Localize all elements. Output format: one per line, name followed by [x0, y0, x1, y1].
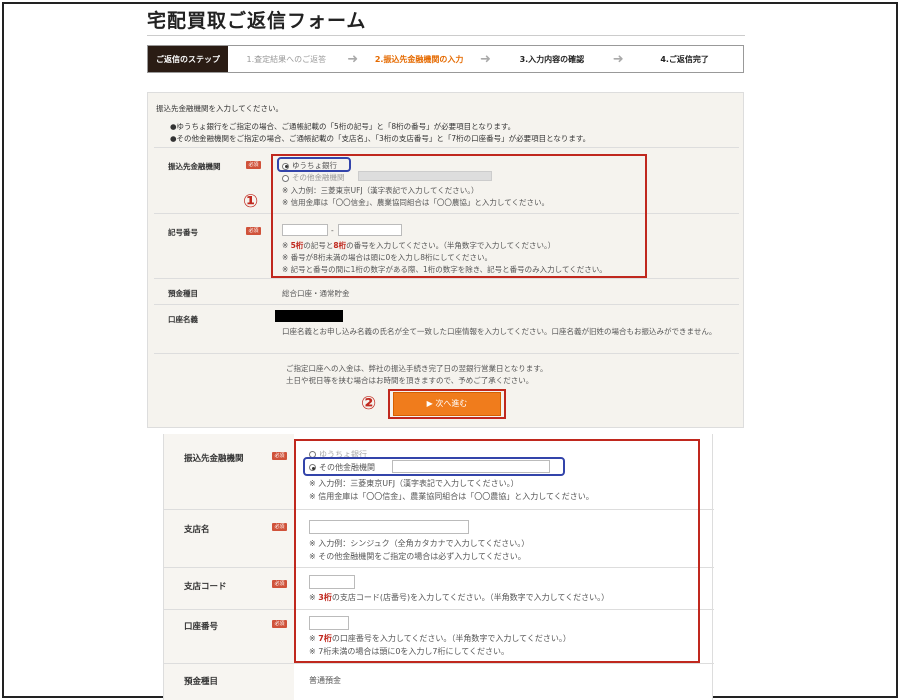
branch-code-label: 支店コード — [184, 582, 227, 592]
arrow-right-icon: ➜ — [480, 51, 491, 67]
step-marker-1: ① — [243, 191, 259, 212]
account-name-hint: 口座名義とお申し込み名義の氏名が全て一致した口座情報を入力してください。口座名義… — [282, 327, 717, 336]
row-divider — [154, 147, 739, 148]
bank-form-yucho: 振込先金融機関を入力してください。 ●ゆうちょ銀行をご指定の場合、ご通帳記載の「… — [147, 92, 744, 428]
form-lead: 振込先金融機関を入力してください。 — [156, 104, 284, 113]
steps-heading: ご返信のステップ — [148, 46, 228, 72]
account-type-value: 総合口座・通常貯金 — [282, 289, 350, 298]
required-badge: 必須 — [272, 523, 287, 531]
row-divider — [154, 353, 739, 354]
arrow-right-icon: ➜ — [347, 51, 359, 67]
row-divider — [164, 663, 714, 664]
bank-label: 振込先金融機関 — [168, 162, 221, 171]
branch-label: 支店名 — [184, 525, 210, 535]
step-1: 1.査定結果へのご返答 — [246, 54, 327, 64]
required-badge: 必須 — [272, 580, 287, 588]
number-label: 記号番号 — [168, 228, 198, 237]
redacted-account-name — [275, 310, 343, 322]
highlight-box-1 — [271, 154, 647, 278]
required-badge: 必須 — [272, 452, 287, 460]
account-type-label: 預金種目 — [184, 677, 219, 687]
row-divider — [154, 304, 739, 305]
notice-holidays: 土日や祝日等を挟む場合はお時間を頂きますので、予めご了承ください。 — [286, 376, 534, 385]
step-2-current: 2.振込先金融機関の入力 — [374, 54, 464, 64]
step-4: 4.ご返信完了 — [660, 54, 709, 64]
required-badge: 必須 — [272, 620, 287, 628]
step-indicator: ご返信のステップ 1.査定結果へのご返答 ➜ 2.振込先金融機関の入力 ➜ 3.… — [147, 45, 744, 73]
row-divider — [154, 278, 739, 279]
required-badge: 必須 — [246, 161, 261, 169]
title-divider — [147, 35, 745, 36]
notice-deposit-timing: ご指定口座への入金は、弊社の振込手続き完了日の翌銀行営業日となります。 — [286, 364, 548, 373]
bank-form-other: 振込先金融機関 必須 ゆうちょ銀行 その他金融機関 ※ 入力例：三菱東京UFJ（… — [163, 434, 714, 700]
account-type-value: 普通預金 — [309, 676, 341, 685]
arrow-right-icon: ➜ — [612, 51, 624, 67]
required-badge: 必須 — [246, 227, 261, 235]
next-button[interactable]: ▶ 次へ進む — [393, 392, 501, 416]
bank-label: 振込先金融機関 — [184, 454, 244, 464]
account-name-label: 口座名義 — [168, 315, 198, 324]
step-3: 3.入力内容の確認 — [519, 54, 585, 64]
page-title: 宅配買取ご返信フォーム — [147, 10, 367, 32]
account-type-label: 預金種目 — [168, 289, 198, 298]
step-marker-2: ② — [361, 393, 377, 414]
note-yucho: ●ゆうちょ銀行をご指定の場合、ご通帳記載の「5桁の記号」と「8桁の番号」が必要項… — [170, 122, 516, 131]
account-number-label: 口座番号 — [184, 622, 219, 632]
highlight-box-other-bank — [294, 439, 700, 663]
note-other-bank: ●その他金融機関をご指定の場合、ご通帳記載の「支店名」、「3桁の支店番号」と「7… — [170, 134, 591, 143]
